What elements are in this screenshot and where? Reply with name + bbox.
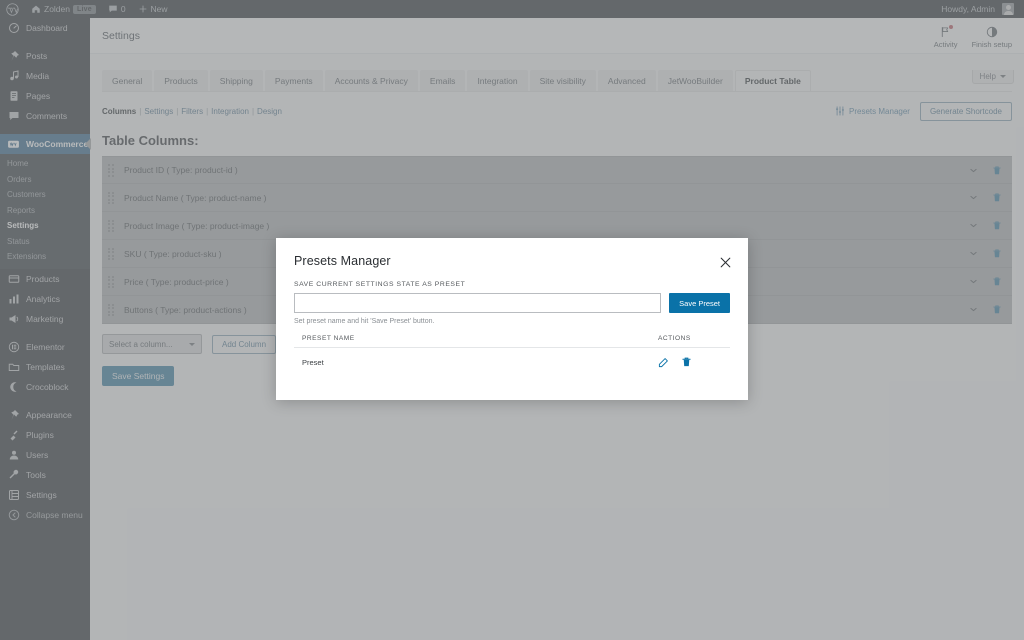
header-actions: ACTIONS — [658, 335, 691, 342]
preset-name-value: Preset — [302, 357, 324, 367]
presets-table-header: PRESET NAME ACTIONS — [294, 335, 730, 348]
presets-manager-dialog: Presets Manager SAVE CURRENT SETTINGS ST… — [276, 238, 748, 400]
trash-icon[interactable] — [681, 356, 692, 368]
header-preset-name: PRESET NAME — [302, 335, 355, 342]
screen: Zolden Live 0 New Howd — [0, 0, 1024, 640]
preset-name-input[interactable] — [294, 293, 662, 313]
preset-name-row: Save Preset — [294, 293, 730, 313]
save-preset-button[interactable]: Save Preset — [669, 293, 730, 313]
dialog-body: Presets Manager SAVE CURRENT SETTINGS ST… — [276, 238, 748, 400]
preset-hint: Set preset name and hit 'Save Preset' bu… — [294, 318, 435, 325]
pencil-icon[interactable] — [658, 357, 669, 368]
close-icon — [720, 257, 731, 268]
presets-table: PRESET NAME ACTIONS Preset — [294, 335, 730, 368]
preset-row: Preset — [294, 348, 730, 368]
dialog-title: Presets Manager — [294, 254, 391, 268]
close-button[interactable] — [719, 256, 732, 269]
preset-name-label: SAVE CURRENT SETTINGS STATE AS PRESET — [294, 281, 466, 288]
preset-row-actions — [658, 356, 722, 368]
